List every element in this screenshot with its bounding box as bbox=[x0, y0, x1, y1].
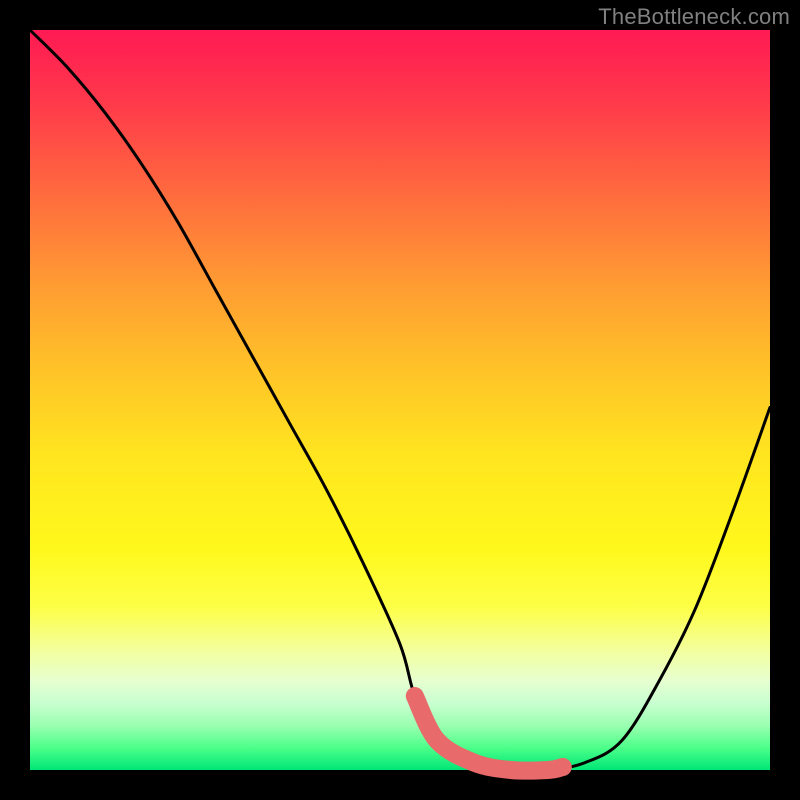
watermark-text: TheBottleneck.com bbox=[598, 4, 790, 30]
curve-path bbox=[30, 30, 770, 771]
optimal-range-highlight bbox=[415, 696, 563, 771]
chart-frame: TheBottleneck.com bbox=[0, 0, 800, 800]
bottleneck-curve bbox=[30, 30, 770, 770]
plot-area bbox=[30, 30, 770, 770]
